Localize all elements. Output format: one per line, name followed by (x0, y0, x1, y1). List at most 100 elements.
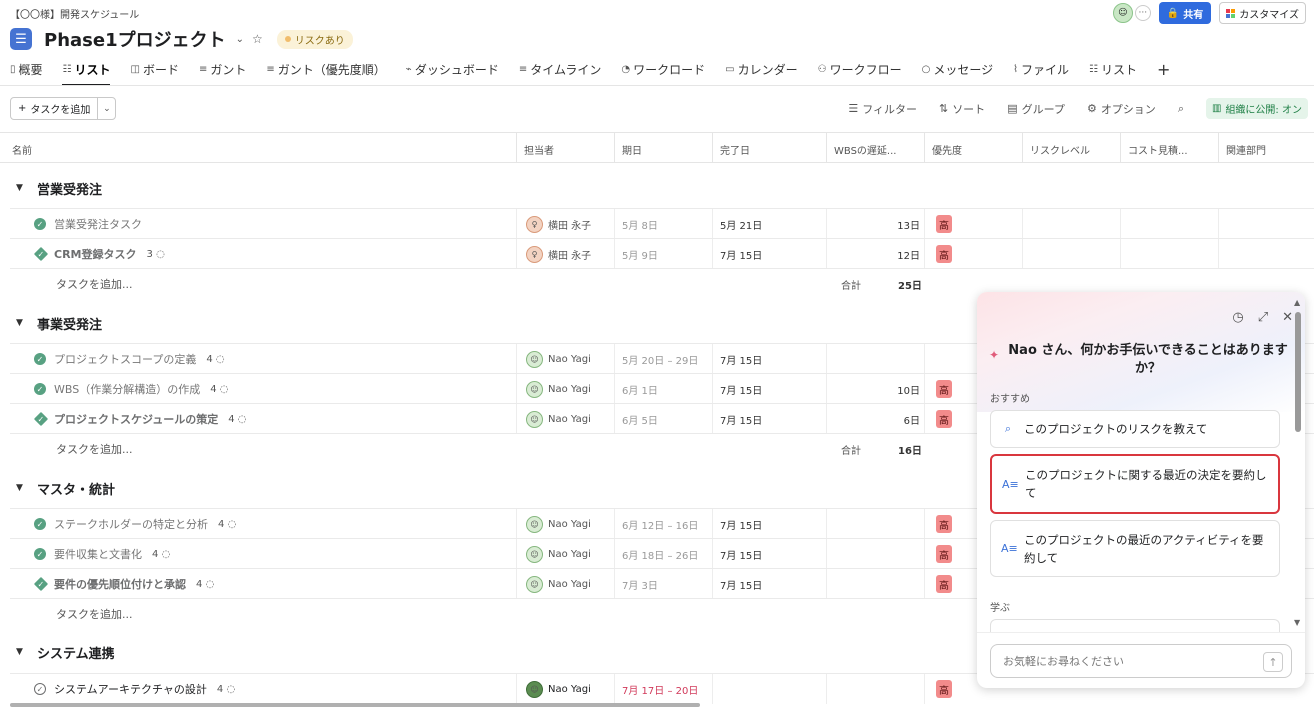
collapse-triangle-icon[interactable]: ▼ (16, 183, 23, 193)
priority-badge[interactable]: 高 (936, 515, 952, 533)
column-risk[interactable]: リスクレベル (1030, 142, 1090, 157)
filter-button[interactable]: ☰ フィルター (848, 101, 917, 117)
history-icon[interactable]: ◷ (1232, 310, 1243, 325)
options-button[interactable]: ⚙ オプション (1087, 101, 1156, 117)
comment-count[interactable]: 4 ◌ (206, 354, 224, 365)
tab-timeline[interactable]: ≡ タイムライン (519, 61, 602, 78)
comment-count[interactable]: 4 ◌ (217, 684, 235, 695)
recommended-label: おすすめ (990, 394, 1030, 405)
customize-button[interactable]: カスタマイズ (1219, 2, 1306, 24)
scroll-up-arrow-icon[interactable]: ▲ (1294, 298, 1300, 307)
risk-status-badge[interactable]: リスクあり (276, 29, 353, 49)
completed-check-icon[interactable]: ✓ (34, 548, 46, 560)
comment-count[interactable]: 4 ◌ (228, 414, 246, 425)
more-members-button[interactable]: ··· (1134, 5, 1151, 21)
cell-divider (826, 674, 827, 704)
priority-badge[interactable]: 高 (936, 215, 952, 233)
sort-button[interactable]: ⇅ ソート (939, 101, 985, 117)
add-task-link[interactable]: タスクを追加... (56, 441, 133, 457)
project-title[interactable]: Phase1プロジェクト (44, 26, 226, 52)
collapse-triangle-icon[interactable]: ▼ (16, 647, 23, 657)
table-row[interactable]: ✓ 営業受発注タスク ♀ 横田 永子 5月 8日 5月 21日 13日 高 (10, 208, 1314, 239)
completed-check-icon[interactable]: ✓ (34, 353, 46, 365)
column-name[interactable]: 名前 (12, 142, 32, 157)
table-row[interactable]: ✓ CRM登録タスク 3 ◌ ♀ 横田 永子 5月 9日 7月 15日 12日 高 (10, 238, 1314, 269)
add-task-link[interactable]: タスクを追加... (56, 606, 133, 622)
milestone-check-icon[interactable]: ✓ (33, 246, 49, 262)
tab-messages[interactable]: ○ メッセージ (922, 61, 994, 78)
milestone-check-icon[interactable]: ✓ (33, 576, 49, 592)
tab-files[interactable]: ⌇ ファイル (1013, 61, 1069, 78)
completed-check-icon[interactable]: ✓ (34, 383, 46, 395)
search-button[interactable]: ⌕ (1178, 102, 1184, 116)
collapse-triangle-icon[interactable]: ▼ (16, 318, 23, 328)
tab-gantt-priority[interactable]: ≡ ガント（優先度順） (266, 61, 385, 78)
priority-badge[interactable]: 高 (936, 575, 952, 593)
add-task-control: + タスクを追加 ⌄ (10, 97, 117, 120)
breadcrumb[interactable]: 【〇〇様】開発スケジュール (10, 6, 139, 21)
tab-board[interactable]: ◫ ボード (131, 61, 179, 78)
priority-badge[interactable]: 高 (936, 245, 952, 263)
add-task-dropdown-button[interactable]: ⌄ (98, 104, 115, 114)
collapse-triangle-icon[interactable]: ▼ (16, 483, 23, 493)
column-assignee[interactable]: 担当者 (524, 142, 554, 157)
comment-count[interactable]: 4 ◌ (218, 519, 236, 530)
tab-list-2[interactable]: ☷ リスト (1089, 61, 1137, 78)
user-avatar[interactable]: ☺ (1112, 3, 1133, 23)
suggestion-risks[interactable]: ⌕ このプロジェクトのリスクを教えて (990, 410, 1280, 448)
add-task-button[interactable]: + タスクを追加 (11, 98, 99, 119)
priority-badge[interactable]: 高 (936, 680, 952, 698)
incomplete-check-icon[interactable]: ✓ (34, 683, 46, 695)
add-tab-button[interactable]: + (1157, 60, 1170, 79)
priority-badge[interactable]: 高 (936, 545, 952, 563)
milestone-check-icon[interactable]: ✓ (33, 411, 49, 427)
cell-divider (924, 569, 925, 599)
priority-badge[interactable]: 高 (936, 410, 952, 428)
comment-count[interactable]: 3 ◌ (147, 249, 165, 260)
column-due[interactable]: 期日 (622, 142, 642, 157)
cell-divider (712, 509, 713, 539)
column-dept[interactable]: 関連部門 (1226, 142, 1266, 157)
section-header[interactable]: ▼ 営業受発注 (0, 169, 1314, 207)
completed-check-icon[interactable]: ✓ (34, 218, 46, 230)
share-button[interactable]: 🔒 共有 (1158, 2, 1212, 24)
tab-calendar[interactable]: ▭ カレンダー (725, 61, 797, 78)
scroll-down-arrow-icon[interactable]: ▼ (1294, 618, 1300, 627)
cell-divider (712, 209, 713, 239)
tab-workload[interactable]: ◔ ワークロード (621, 61, 705, 78)
avatar: ♀ (526, 215, 543, 233)
comment-count[interactable]: 4 ◌ (196, 579, 214, 590)
column-priority[interactable]: 優先度 (932, 142, 962, 157)
toolbar: + タスクを追加 ⌄ ☰ フィルター ⇅ ソート ▤ グループ ⚙ オプション ⌕ ▥ 組織… (0, 97, 1314, 123)
column-wbs[interactable]: WBSの遅延... (834, 142, 896, 157)
horizontal-scrollbar[interactable] (10, 703, 700, 707)
suggestion-activity[interactable]: A≡ このプロジェクトの最近のアクティビティを要約して (990, 520, 1280, 577)
publish-toggle[interactable]: ▥ 組織に公開: オン (1205, 98, 1308, 119)
column-cost[interactable]: コスト見積... (1128, 142, 1188, 157)
tab-list[interactable]: ☷ リスト (63, 61, 111, 78)
comment-count[interactable]: 4 ◌ (210, 384, 228, 395)
star-icon[interactable]: ☆ (252, 32, 263, 46)
expand-icon[interactable]: ⤢ (1258, 310, 1268, 325)
close-icon[interactable]: ✕ (1282, 310, 1293, 325)
chevron-down-icon[interactable]: ⌄ (236, 34, 244, 45)
panel-scrollbar[interactable] (1295, 312, 1301, 432)
comment-icon: ◌ (227, 518, 237, 530)
comment-count[interactable]: 4 ◌ (152, 549, 170, 560)
cell-divider (712, 569, 713, 599)
priority-badge[interactable]: 高 (936, 380, 952, 398)
wbs-delay: 10日 (897, 385, 920, 397)
completed-check-icon[interactable]: ✓ (34, 518, 46, 530)
suggestion-decisions[interactable]: A≡ このプロジェクトに関する最近の決定を要約して (990, 454, 1280, 514)
tab-overview[interactable]: ▯ 概要 (10, 61, 43, 78)
suggestion-learn-partial[interactable] (990, 619, 1280, 632)
column-done[interactable]: 完了日 (720, 142, 750, 157)
group-button[interactable]: ▤ グループ (1007, 101, 1065, 117)
add-task-link[interactable]: タスクを追加... (56, 276, 133, 292)
tab-workflow[interactable]: ⚇ ワークフロー (818, 61, 902, 78)
cell-divider (924, 209, 925, 239)
tab-dashboard[interactable]: ⌁ ダッシュボード (406, 61, 499, 78)
send-button[interactable]: ↑ (1263, 652, 1283, 672)
tab-gantt[interactable]: ≡ ガント (199, 61, 246, 78)
ai-chat-input[interactable]: お気軽にお尋ねください ↑ (990, 644, 1292, 678)
